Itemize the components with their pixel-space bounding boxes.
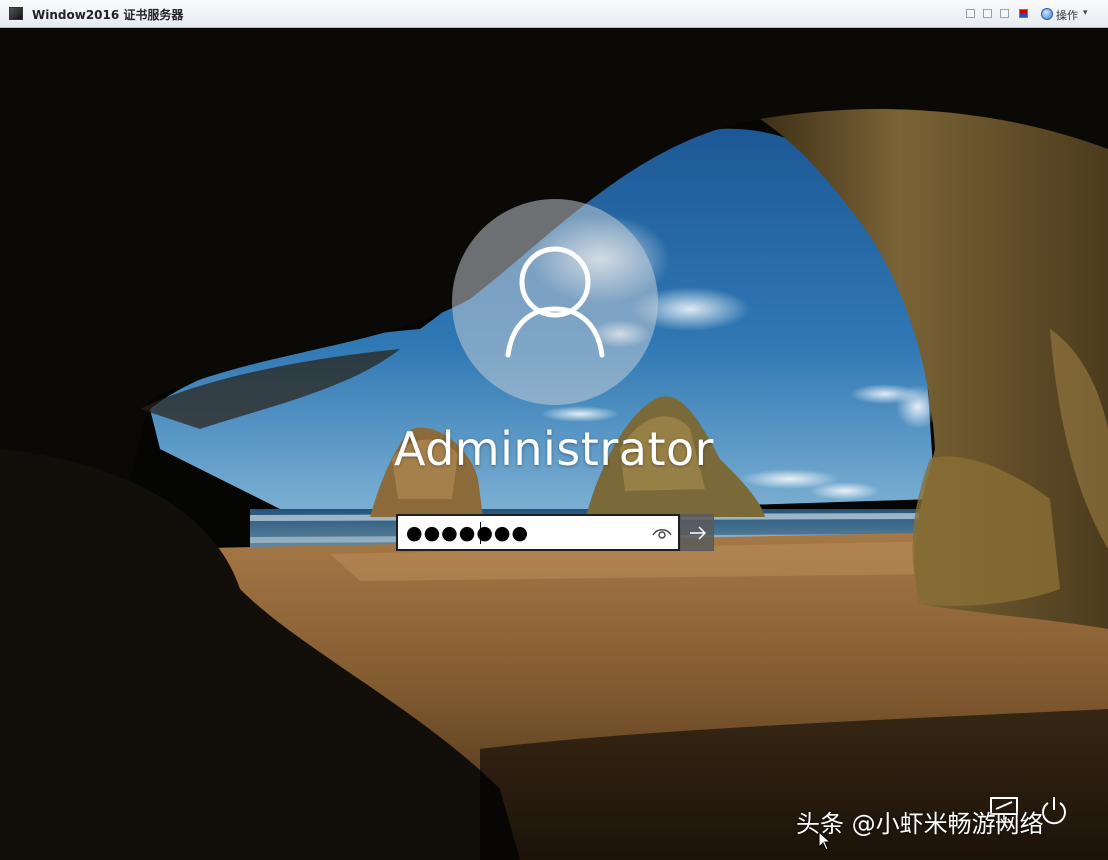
submit-button[interactable]	[680, 514, 714, 551]
arrow-right-icon	[690, 526, 707, 540]
password-input[interactable]: ●●●●●●●	[396, 514, 680, 551]
operations-menu[interactable]: 操作	[1056, 7, 1078, 23]
watermark-text: 头条 @小虾米畅游网络	[796, 810, 1044, 838]
fit-window-icon[interactable]	[966, 9, 975, 18]
password-field-group: ●●●●●●●	[396, 514, 714, 551]
username-label: Administrator	[393, 422, 715, 476]
window-title: Window2016 证书服务器	[32, 8, 184, 22]
vm-title-bar: Window2016 证书服务器 操作 ▾	[0, 0, 1108, 28]
lock-screen: Administrator ●●●●●●● 头条 @小虾米畅游网络	[0, 29, 1108, 860]
operations-icon[interactable]	[1041, 8, 1053, 20]
mouse-cursor-icon	[818, 831, 832, 851]
text-caret	[480, 522, 481, 544]
language-flag-icon[interactable]	[1019, 9, 1028, 18]
chevron-down-icon[interactable]: ▾	[1083, 7, 1088, 18]
restore-icon[interactable]	[983, 9, 992, 18]
user-avatar	[452, 199, 658, 405]
password-value: ●●●●●●●	[406, 522, 530, 544]
fullscreen-icon[interactable]	[1000, 9, 1009, 18]
vm-app-icon	[9, 7, 23, 20]
eye-icon[interactable]	[650, 522, 674, 544]
user-icon	[505, 246, 605, 358]
